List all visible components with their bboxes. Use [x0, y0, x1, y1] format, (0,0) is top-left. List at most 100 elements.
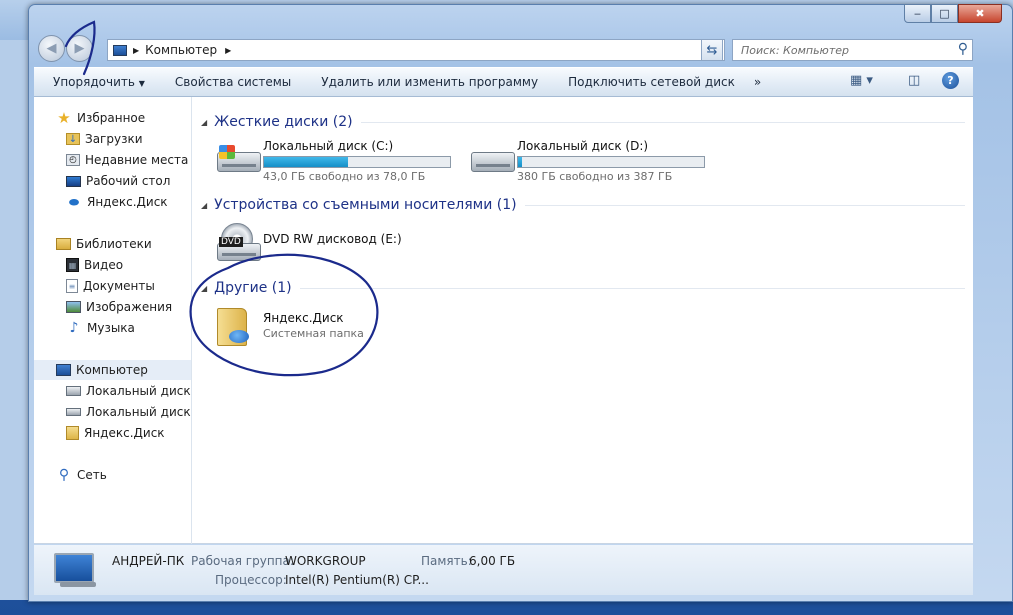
- sidebar-item-label: Изображения: [86, 300, 173, 314]
- drive-d-text: Локальный диск (D:) 380 ГБ свободно из 3…: [517, 138, 705, 185]
- back-button[interactable]: ◀: [38, 35, 65, 62]
- help-icon[interactable]: ?: [942, 72, 959, 89]
- yandex-disk-folder-icon: [211, 304, 261, 350]
- sidebar-item-label: Компьютер: [76, 363, 148, 377]
- dvd-name: DVD RW дисковод (E:): [263, 232, 402, 246]
- group-title: Устройства со съемными носителями (1): [214, 197, 517, 213]
- drive-d[interactable]: Локальный диск (D:) 380 ГБ свободно из 3…: [465, 138, 705, 185]
- organize-label: Упорядочить: [53, 75, 135, 89]
- dvd-drive[interactable]: DVD DVD RW дисковод (E:): [211, 221, 402, 267]
- sidebar-item-label: Яндекс.Диск: [84, 426, 165, 440]
- minimize-button[interactable]: ‒: [904, 4, 931, 23]
- sidebar-item-label: Яндекс.Диск: [87, 195, 168, 209]
- hard-drive-icon: [465, 138, 515, 184]
- sidebar-item-documents[interactable]: ≡ Документы: [66, 276, 155, 296]
- yandex-disk-folder[interactable]: Яндекс.Диск Системная папка: [211, 304, 364, 350]
- drive-usage-bar: [263, 156, 451, 168]
- network-icon: ⚲: [58, 467, 70, 483]
- computer-icon: [56, 364, 71, 376]
- pc-name: АНДРЕЙ-ПК: [112, 554, 185, 568]
- drive-name: Локальный диск (D:): [517, 139, 649, 153]
- memory-label: Память:: [421, 554, 472, 568]
- cpu-label: Процессор:: [215, 573, 287, 587]
- breadcrumb-computer[interactable]: Компьютер: [145, 43, 217, 57]
- group-header-other[interactable]: ◢ Другие (1): [201, 278, 965, 298]
- workgroup-value: WORKGROUP: [285, 554, 366, 568]
- group-divider: [299, 287, 965, 289]
- group-title: Другие (1): [214, 280, 292, 296]
- sidebar-item-computer[interactable]: Компьютер: [34, 360, 191, 380]
- group-header-hard-drives[interactable]: ◢ Жесткие диски (2): [201, 112, 965, 132]
- sidebar-item-disk-c[interactable]: Локальный диск (C: [66, 381, 191, 401]
- sidebar-item-recent[interactable]: ◴ Недавние места: [66, 150, 188, 170]
- file-list: ◢ Жесткие диски (2) Локальный диск (C:) 4…: [193, 97, 973, 543]
- drive-c-text: Локальный диск (C:) 43,0 ГБ свободно из …: [263, 138, 451, 185]
- cpu-value: Intel(R) Pentium(R) CP...: [285, 573, 429, 587]
- sidebar-item-network[interactable]: ⚲ Сеть: [56, 465, 107, 485]
- recent-places-icon: ◴: [66, 154, 80, 166]
- refresh-icon: ⇆: [706, 42, 718, 58]
- computer-icon: [113, 44, 127, 56]
- search-input[interactable]: Поиск: Компьютер ⚲: [732, 39, 973, 61]
- search-icon[interactable]: ⚲: [958, 41, 968, 57]
- sidebar-item-label: Локальный диск (D: [86, 405, 191, 419]
- sidebar-item-video[interactable]: ▦ Видео: [66, 255, 123, 275]
- libraries-icon: [56, 238, 71, 250]
- sidebar-item-downloads[interactable]: ↓ Загрузки: [66, 129, 143, 149]
- sidebar-item-label: Сеть: [77, 468, 107, 482]
- sidebar-item-label: Локальный диск (C: [86, 384, 191, 398]
- breadcrumb-chevron-icon: ▶: [225, 45, 232, 55]
- drive-free-space: 380 ГБ свободно из 387 ГБ: [517, 170, 673, 183]
- command-bar: Упорядочить ▼ Свойства системы Удалить и…: [34, 67, 973, 97]
- sidebar-item-libraries[interactable]: Библиотеки: [56, 234, 152, 254]
- sidebar-item-images[interactable]: Изображения: [66, 297, 172, 317]
- organize-menu[interactable]: Упорядочить ▼: [34, 75, 160, 89]
- address-bar[interactable]: ▶ Компьютер ▶ ▼: [107, 39, 725, 61]
- hard-drive-icon: [66, 408, 81, 416]
- downloads-icon: ↓: [66, 133, 80, 145]
- yandex-disk-icon: ⬬: [68, 194, 80, 209]
- video-icon: ▦: [66, 258, 79, 272]
- preview-pane-icon[interactable]: ◫: [908, 73, 920, 88]
- forward-button[interactable]: ▶: [66, 35, 93, 62]
- dvd-label: DVD: [219, 237, 243, 247]
- folder-type: Системная папка: [263, 327, 364, 340]
- drive-usage-bar: [517, 156, 705, 168]
- caption-buttons: ‒ □ ✖: [904, 4, 1002, 23]
- sidebar-item-desktop[interactable]: Рабочий стол: [66, 171, 170, 191]
- workgroup-label: Рабочая группа:: [191, 554, 294, 568]
- sidebar-item-favorites[interactable]: ★ Избранное: [56, 108, 145, 128]
- documents-icon: ≡: [66, 279, 78, 293]
- windows-drive-icon: [211, 138, 261, 184]
- music-icon: ♪: [69, 320, 79, 336]
- star-icon: ★: [57, 109, 71, 127]
- view-options-icon[interactable]: ▦ ▾: [850, 73, 873, 88]
- more-commands-button[interactable]: »: [750, 75, 765, 89]
- content-area: ★ Избранное ↓ Загрузки ◴ Недавние места Раб…: [34, 97, 973, 544]
- uninstall-program-button[interactable]: Удалить или изменить программу: [306, 75, 553, 89]
- dropdown-arrow-icon: ▼: [138, 79, 145, 88]
- drive-c[interactable]: Локальный диск (C:) 43,0 ГБ свободно из …: [211, 138, 451, 185]
- sidebar-item-disk-d[interactable]: Локальный диск (D: [66, 402, 191, 422]
- system-properties-button[interactable]: Свойства системы: [160, 75, 306, 89]
- memory-value: 6,00 ГБ: [469, 554, 516, 568]
- refresh-button[interactable]: ⇆: [701, 39, 723, 61]
- yandex-disk-text: Яндекс.Диск Системная папка: [263, 304, 364, 350]
- group-header-removable[interactable]: ◢ Устройства со съемными носителями (1): [201, 195, 965, 215]
- group-title: Жесткие диски (2): [214, 114, 353, 130]
- sidebar-item-label: Библиотеки: [76, 237, 152, 251]
- maximize-button[interactable]: □: [931, 4, 958, 23]
- sidebar-item-music[interactable]: ♪ Музыка: [66, 318, 135, 338]
- desktop-icon: [66, 175, 81, 187]
- close-button[interactable]: ✖: [958, 4, 1002, 23]
- sidebar-item-yadisk[interactable]: Яндекс.Диск: [66, 423, 165, 443]
- collapse-triangle-icon: ◢: [201, 200, 208, 210]
- folder-name: Яндекс.Диск: [263, 311, 344, 325]
- map-network-drive-button[interactable]: Подключить сетевой диск: [553, 75, 750, 89]
- sidebar-item-label: Музыка: [87, 321, 135, 335]
- sidebar-item-yadisk-favorite[interactable]: ⬬ Яндекс.Диск: [66, 192, 168, 212]
- explorer-window: ‒ □ ✖ ◀ ▶ ▶ Компьютер ▶ ▼ ⇆ Поиск: Компь…: [28, 4, 1013, 602]
- dvd-drive-icon: DVD: [211, 221, 261, 267]
- drive-name: Локальный диск (C:): [263, 139, 394, 153]
- drive-usage-fill: [518, 157, 522, 167]
